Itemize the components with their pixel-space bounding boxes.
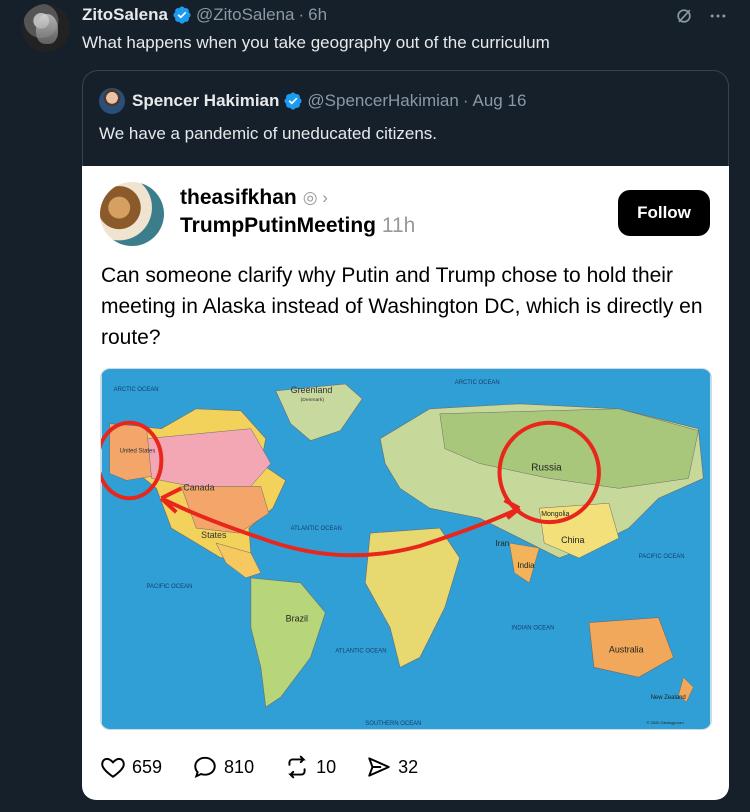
map-label-greenland-sub: (Denmark): [301, 397, 325, 403]
tweet: ZitoSalena @ZitoSalena · 6h What happens…: [0, 0, 750, 812]
map-label-indian-ocean: INDIAN OCEAN: [511, 626, 554, 632]
map-label-usa: States: [201, 530, 227, 540]
map-label-pacific-left: PACIFIC OCEAN: [146, 584, 192, 590]
map-label-india: India: [517, 561, 535, 570]
grok-icon[interactable]: [674, 6, 694, 26]
comment-icon: [194, 756, 216, 779]
quoted-tweet-date[interactable]: Aug 16: [473, 91, 527, 111]
repost-count: 10: [316, 756, 337, 777]
quoted-author-name[interactable]: Spencer Hakimian: [132, 91, 279, 111]
map-label-alaska: United States: [120, 449, 156, 455]
map-label-australia: Australia: [609, 644, 644, 654]
like-count: 659: [132, 756, 163, 777]
canada-shape: [146, 428, 272, 487]
map-label-russia: Russia: [531, 462, 562, 473]
map-label-new-zealand: New Zealand: [651, 695, 686, 701]
world-map: ARCTIC OCEAN ARCTIC OCEAN Greenland (Den…: [100, 368, 712, 730]
reply-count: 810: [224, 756, 255, 777]
map-label-copyright: © 2020 Geology.com: [647, 720, 685, 725]
map-label-southern-ocean: SOUTHERN OCEAN: [365, 721, 421, 727]
quoted-author-handle[interactable]: @SpencerHakimian: [307, 91, 458, 111]
author-name[interactable]: ZitoSalena: [82, 5, 168, 25]
quoted-tweet-text: We have a pandemic of uneducated citizen…: [99, 124, 438, 143]
quoted-tweet[interactable]: Spencer Hakimian @SpencerHakimian · Aug …: [82, 70, 729, 166]
tweet-text: What happens when you take geography out…: [82, 33, 550, 52]
embedded-community: TrumpPutinMeeting: [180, 214, 376, 237]
community-chevron-icon: ◎ ›: [302, 188, 328, 207]
embedded-post-time: 11h: [381, 214, 416, 237]
tweet-time[interactable]: 6h: [308, 5, 327, 25]
embedded-post-actions: 659 810 10 32: [100, 754, 448, 780]
map-label-pacific-right: PACIFIC OCEAN: [639, 554, 685, 560]
separator: ·: [462, 91, 469, 110]
embedded-post-community: TrumpPutinMeeting 11h: [180, 214, 415, 238]
map-label-iran: Iran: [496, 539, 510, 548]
map-label-arctic-left: ARCTIC OCEAN: [114, 387, 159, 393]
author-avatar[interactable]: [22, 4, 70, 52]
map-label-mongolia: Mongolia: [541, 511, 569, 518]
more-icon[interactable]: [708, 6, 728, 26]
tweet-top-actions: [674, 6, 728, 26]
repost-stat: 10: [284, 754, 336, 780]
separator: ·: [298, 5, 305, 24]
map-label-brazil: Brazil: [286, 614, 308, 624]
verified-badge-icon: [173, 6, 191, 24]
author-handle[interactable]: @ZitoSalena: [196, 5, 295, 25]
world-map-graphic: ARCTIC OCEAN ARCTIC OCEAN Greenland (Den…: [101, 369, 711, 729]
tweet-header: ZitoSalena @ZitoSalena · 6h: [82, 5, 327, 25]
map-label-atlantic-north: ATLANTIC OCEAN: [291, 526, 342, 532]
reply-stat: 810: [192, 754, 254, 780]
heart-icon: [101, 757, 125, 778]
embedded-post-avatar: [100, 182, 164, 246]
embedded-post-text: Can someone clarify why Putin and Trump …: [101, 264, 703, 349]
map-label-china: China: [561, 535, 584, 545]
embedded-post-image[interactable]: theasifkhan ◎ › TrumpPutinMeeting 11h Fo…: [82, 166, 729, 800]
verified-badge-icon: [284, 92, 302, 110]
quoted-author-avatar[interactable]: [99, 88, 125, 114]
map-label-greenland: Greenland: [291, 385, 333, 395]
send-icon: [368, 757, 390, 777]
like-stat: 659: [100, 754, 162, 780]
map-label-atlantic-south: ATLANTIC OCEAN: [335, 648, 386, 654]
map-label-arctic-right: ARCTIC OCEAN: [455, 380, 500, 386]
embedded-post-user: theasifkhan ◎ ›: [180, 186, 328, 210]
quoted-tweet-header: Spencer Hakimian @SpencerHakimian · Aug …: [132, 91, 526, 111]
map-label-canada: Canada: [183, 482, 214, 492]
follow-button: Follow: [618, 190, 710, 236]
share-stat: 32: [366, 754, 418, 780]
embedded-username: theasifkhan: [180, 186, 297, 209]
repost-icon: [288, 755, 306, 779]
share-count: 32: [398, 756, 419, 777]
